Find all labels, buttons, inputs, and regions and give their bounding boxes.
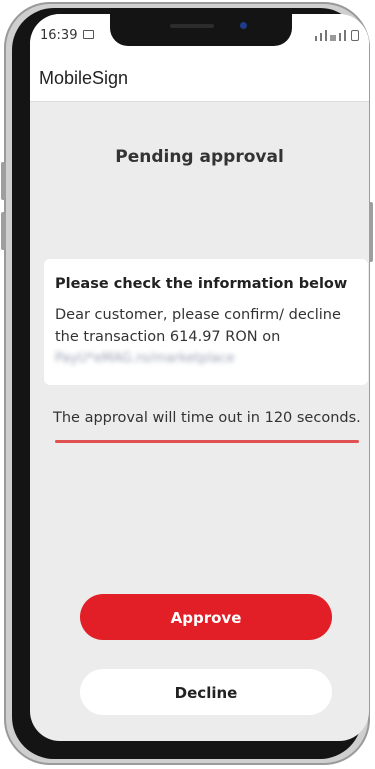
decline-button[interactable]: Decline (80, 669, 332, 715)
status-icons (315, 27, 359, 41)
info-body: Dear customer, please confirm/ decline t… (55, 307, 341, 345)
volume-button (1, 162, 6, 200)
speaker-grille (170, 24, 214, 28)
signal-icon (339, 33, 341, 41)
app-title: MobileSign (39, 68, 129, 88)
status-bar: 16:39 (30, 14, 369, 52)
page-title: Pending approval (115, 147, 284, 167)
phone-screen: 16:39 MobileSign Pending approval Please… (30, 14, 369, 741)
status-time: 16:39 (40, 28, 78, 43)
transaction-info-card: Please check the information below Dear … (44, 259, 368, 385)
timeout-progress-bar (55, 440, 359, 443)
camera-notch (110, 14, 292, 46)
image-icon (83, 30, 94, 39)
signal-icon (320, 33, 322, 41)
volume-button (1, 212, 6, 250)
signal-icon (344, 30, 346, 41)
battery-icon (351, 30, 359, 41)
approve-button[interactable]: Approve (80, 594, 332, 640)
info-heading: Please check the information below (55, 276, 348, 292)
signal-icon (315, 36, 317, 41)
app-bar: MobileSign (30, 52, 369, 102)
camera-icon (240, 22, 247, 29)
merchant-name-blurred: PayU*eMAG.ro/marketplace (55, 351, 235, 366)
timeout-text: The approval will time out in 120 second… (53, 410, 361, 426)
volte-icon (330, 35, 336, 41)
signal-icon (325, 30, 327, 41)
timeout-progress-fill (55, 440, 359, 443)
